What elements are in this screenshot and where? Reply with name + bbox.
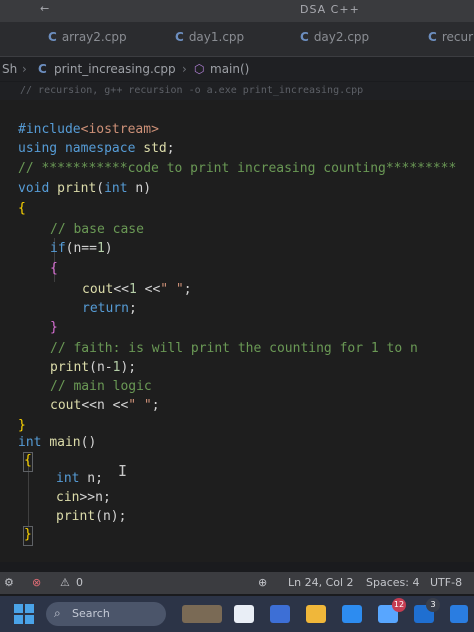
search-label: Search — [72, 607, 110, 620]
code-line[interactable]: // base case — [50, 222, 144, 240]
breadcrumb: Sh › C print_increasing.cpp › ⬡ main() — [0, 57, 474, 81]
indentation[interactable]: Spaces: 4 — [366, 576, 419, 589]
cpp-file-icon: C — [428, 30, 437, 44]
encoding[interactable]: UTF-8 — [430, 576, 462, 589]
tab-day1[interactable]: Cday1.cpp — [175, 30, 244, 50]
chevron-right-icon: › — [182, 62, 187, 76]
cpp-file-icon: C — [300, 30, 309, 44]
cube-symbol-icon: ⬡ — [194, 62, 205, 76]
code-line[interactable]: int main() — [18, 435, 96, 453]
zoom-icon[interactable]: ⊕ — [258, 576, 267, 589]
file-explorer-icon[interactable] — [306, 605, 326, 623]
search-icon: ⌕ — [54, 606, 61, 620]
cpp-file-icon: C — [175, 30, 184, 44]
code-line[interactable]: } — [50, 320, 58, 338]
warning-icon[interactable]: ⚠ — [60, 576, 70, 589]
code-line[interactable]: // faith: is will print the counting for… — [50, 341, 418, 359]
breadcrumb-file[interactable]: print_increasing.cpp — [54, 62, 176, 76]
chat-icon[interactable] — [270, 605, 290, 623]
code-line[interactable]: { — [18, 201, 26, 219]
breadcrumb-prefix[interactable]: Sh — [2, 62, 17, 76]
code-line[interactable]: if(n==1) — [50, 241, 113, 259]
notification-badge: 12 — [392, 598, 406, 612]
include-target: <iostream> — [80, 122, 159, 137]
tab-array2[interactable]: Carray2.cpp — [48, 30, 127, 50]
code-line[interactable]: using namespace std; — [18, 141, 175, 159]
codelens-line: // recursion, g++ recursion -o a.exe pri… — [0, 82, 474, 100]
problems-count[interactable]: 0 — [76, 576, 83, 589]
code-line[interactable]: cout<<n <<" "; — [50, 398, 160, 416]
widget-icon[interactable] — [182, 605, 222, 623]
tab-day2[interactable]: Cday2.cpp — [300, 30, 369, 50]
tab-label: day2.cpp — [313, 30, 370, 44]
code-line[interactable]: // ***********code to print increasing c… — [18, 161, 456, 179]
window-title: DSA C++ — [300, 3, 360, 16]
cursor-position[interactable]: Ln 24, Col 2 — [288, 576, 354, 589]
code-line[interactable]: cin>>n; — [56, 490, 111, 508]
remote-icon[interactable]: ⚙ — [4, 576, 14, 589]
notification-badge: 3 — [426, 598, 440, 612]
tab-label: day1.cpp — [188, 30, 245, 44]
code-line[interactable]: print(n); — [56, 509, 126, 527]
windows-start-icon[interactable] — [14, 604, 34, 624]
codelens-text: // recursion, g++ recursion -o a.exe pri… — [20, 85, 364, 96]
edge-browser-icon[interactable] — [342, 605, 362, 623]
back-arrow-icon[interactable]: ← — [40, 2, 49, 15]
editor-tabs: Carray2.cpp Cday1.cpp Cday2.cpp Crecur — [0, 22, 474, 57]
code-line[interactable]: { — [50, 261, 58, 279]
task-view-icon[interactable] — [234, 605, 254, 623]
title-bar: ← DSA C++ — [0, 0, 474, 22]
code-line[interactable]: #include<iostream> — [18, 122, 159, 140]
code-line[interactable]: int n; — [56, 471, 103, 489]
code-editor[interactable]: #include<iostream> using namespace std; … — [0, 100, 474, 562]
code-line[interactable]: void print(int n) — [18, 181, 151, 199]
code-line[interactable]: } — [23, 526, 33, 546]
os-taskbar: ⌕ Search 12 3 — [0, 596, 474, 632]
breadcrumb-symbol[interactable]: main() — [210, 62, 249, 76]
cpp-file-icon: C — [38, 62, 47, 76]
status-bar: ⚙ ⊗ ⚠ 0 ⊕ Ln 24, Col 2 Spaces: 4 UTF-8 — [0, 572, 474, 594]
chevron-right-icon: › — [22, 62, 27, 76]
tab-recur[interactable]: Crecur — [428, 30, 473, 50]
code-line[interactable]: cout<<1 <<" "; — [82, 282, 192, 300]
tab-label: array2.cpp — [61, 30, 127, 44]
text-cursor-icon: I — [118, 462, 128, 480]
code-line[interactable]: print(n-1); — [50, 360, 136, 378]
code-line[interactable]: // main logic — [50, 379, 152, 397]
code-line[interactable]: return; — [82, 301, 137, 319]
tab-label: recur — [441, 30, 474, 44]
app-icon[interactable] — [450, 605, 468, 623]
taskbar-search[interactable]: ⌕ Search — [46, 602, 166, 626]
error-icon[interactable]: ⊗ — [32, 576, 41, 589]
cpp-file-icon: C — [48, 30, 57, 44]
code-line[interactable]: { — [23, 452, 33, 472]
code-line[interactable]: } — [18, 418, 26, 436]
